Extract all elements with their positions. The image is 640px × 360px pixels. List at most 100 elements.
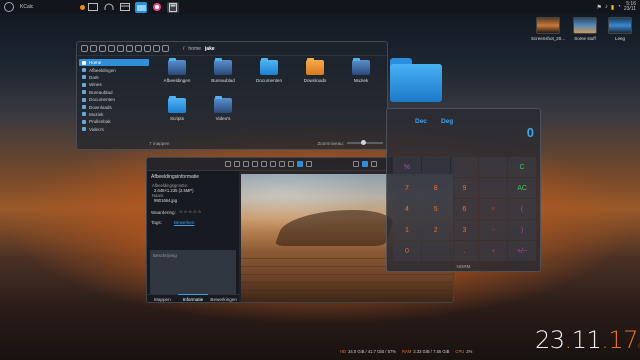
- key-5[interactable]: 5: [421, 199, 450, 219]
- key-C[interactable]: C: [508, 157, 536, 177]
- chevron-left-icon[interactable]: [162, 45, 169, 52]
- key-blank[interactable]: [450, 157, 479, 177]
- back-icon[interactable]: [81, 45, 88, 52]
- desktop-icon-some-stuff[interactable]: Some stuff: [565, 17, 605, 41]
- taskbar-dolphin-icon[interactable]: [135, 1, 147, 13]
- places-panel: Home Afbeeldingen Dark Wines Bureaublad Docum…: [79, 59, 149, 133]
- key-4[interactable]: 4: [393, 199, 421, 219]
- key-8[interactable]: 8: [421, 178, 450, 198]
- menu-icon[interactable]: [153, 45, 160, 52]
- key-2[interactable]: 2: [421, 220, 450, 240]
- tab-information[interactable]: Informatie: [177, 294, 209, 302]
- sidebar-item-label: Prullenbak: [89, 119, 111, 125]
- key-sym24[interactable]: (: [508, 199, 536, 219]
- key-blank[interactable]: [421, 157, 450, 177]
- tags-edit-link[interactable]: Bewerken: [174, 220, 194, 225]
- sidebar-item-downloads[interactable]: Downloads: [79, 103, 149, 110]
- key-blank[interactable]: [479, 157, 508, 177]
- sidebar-item-documenten[interactable]: Documenten: [79, 96, 149, 103]
- fit-icon[interactable]: [279, 161, 285, 167]
- key-sym42[interactable]: .: [450, 241, 479, 261]
- tab-operations[interactable]: Bewerkingen: [208, 294, 240, 302]
- zoom-in-icon[interactable]: [353, 161, 359, 167]
- sidebar-toggle-icon[interactable]: [297, 161, 303, 167]
- taskbar-window-icon[interactable]: [119, 2, 131, 13]
- battery-icon[interactable]: ▮: [611, 4, 614, 11]
- sidebar-item-home[interactable]: Home: [79, 59, 149, 67]
- keypad-row: 4 5 6 ×(: [393, 199, 536, 219]
- breadcrumb-jake[interactable]: jake: [205, 46, 215, 52]
- key-sym00[interactable]: %: [393, 157, 421, 177]
- compact-view-icon[interactable]: [108, 45, 115, 52]
- sidebar-item-bureaublad[interactable]: Bureaublad: [79, 89, 149, 96]
- file-item-bureaublad[interactable]: Bureaublad: [203, 58, 243, 83]
- key-sym23[interactable]: ×: [479, 199, 508, 219]
- key-3[interactable]: 3: [450, 220, 479, 240]
- volume-icon[interactable]: ♪: [605, 4, 608, 10]
- monitor-value: 2.33 GiB / 7.55 GiB: [413, 349, 450, 354]
- split-icon[interactable]: [135, 45, 142, 52]
- file-item-documenten[interactable]: Documenten: [249, 58, 289, 83]
- file-item-scripts[interactable]: Scripts: [157, 96, 197, 121]
- share-icon[interactable]: [306, 161, 312, 167]
- next-icon[interactable]: [252, 161, 258, 167]
- description-field[interactable]: Beschrijving: [150, 250, 236, 294]
- key-AC[interactable]: AC: [508, 178, 536, 198]
- sidebar-item-muziek[interactable]: Muziek: [79, 111, 149, 118]
- image-options-icon[interactable]: [371, 161, 377, 167]
- sidebar-item-afbeeldingen[interactable]: Afbeeldingen: [79, 66, 149, 73]
- taskbar-terminal-icon[interactable]: [87, 2, 99, 13]
- breadcrumb-home[interactable]: home: [188, 46, 201, 52]
- file-item-downloads[interactable]: Downloads: [295, 58, 335, 83]
- details-view-icon[interactable]: [117, 45, 124, 52]
- rotate-left-icon[interactable]: [261, 161, 267, 167]
- tab-folders[interactable]: Mappen: [147, 294, 178, 302]
- desktop-icon-leeg[interactable]: Leeg: [600, 17, 640, 41]
- key-sym33[interactable]: −: [479, 220, 508, 240]
- key-7[interactable]: 7: [393, 178, 421, 198]
- image-thumbnail-icon: [536, 17, 560, 34]
- sidebar-item-wines[interactable]: Wines: [79, 81, 149, 88]
- digital-clock[interactable]: 5:16 23/11: [624, 2, 636, 12]
- sidebar-item-prullenbak[interactable]: Prullenbak: [79, 118, 149, 125]
- sidebar-item-video-s[interactable]: Video's: [79, 126, 149, 133]
- breadcrumb-root[interactable]: /: [183, 46, 184, 52]
- date-year: 17: [608, 326, 638, 354]
- fullscreen-icon[interactable]: [288, 161, 294, 167]
- key-9[interactable]: 9: [450, 178, 479, 198]
- browse-icon[interactable]: [225, 161, 231, 167]
- key-sym34[interactable]: ): [508, 220, 536, 240]
- forward-icon[interactable]: [90, 45, 97, 52]
- file-item-afbeeldingen[interactable]: Afbeeldingen: [157, 58, 197, 83]
- key-blank[interactable]: [421, 241, 450, 261]
- taskbar-gwenview-icon[interactable]: [151, 2, 163, 13]
- key-0[interactable]: 0: [393, 241, 421, 261]
- key-sym43[interactable]: +: [479, 241, 508, 261]
- search-icon[interactable]: [144, 45, 151, 52]
- tags-label: Tags:: [151, 220, 162, 225]
- zoom-slider-handle[interactable]: [361, 140, 366, 145]
- notifications-icon[interactable]: ⚑: [597, 4, 602, 11]
- sidebar-item-dark[interactable]: Dark: [79, 74, 149, 81]
- file-item-muziek[interactable]: Muziek: [341, 58, 381, 83]
- key-6[interactable]: 6: [450, 199, 479, 219]
- folder-icon: [82, 127, 86, 132]
- rating-stars[interactable]: ☆☆☆☆☆: [179, 209, 202, 215]
- network-icon[interactable]: ◔: [617, 4, 621, 10]
- application-launcher-icon[interactable]: [4, 2, 14, 12]
- file-item-video-s[interactable]: Video's: [203, 96, 243, 121]
- zoom-slider[interactable]: [347, 140, 383, 145]
- zoom-fit-icon[interactable]: [362, 161, 368, 167]
- key-1[interactable]: 1: [393, 220, 421, 240]
- key-blank[interactable]: [479, 178, 508, 198]
- key-sym44[interactable]: +/−: [508, 241, 536, 261]
- up-icon[interactable]: [234, 161, 240, 167]
- taskbar-kcalc-icon[interactable]: [167, 1, 179, 13]
- taskbar-headphones-icon[interactable]: [103, 2, 115, 13]
- previous-icon[interactable]: [243, 161, 249, 167]
- preview-icon[interactable]: [126, 45, 133, 52]
- update-indicator-icon[interactable]: [80, 4, 85, 10]
- desktop-icon-screenshot[interactable]: Screenshot_20...: [528, 17, 568, 41]
- icons-view-icon[interactable]: [99, 45, 106, 52]
- rotate-right-icon[interactable]: [270, 161, 276, 167]
